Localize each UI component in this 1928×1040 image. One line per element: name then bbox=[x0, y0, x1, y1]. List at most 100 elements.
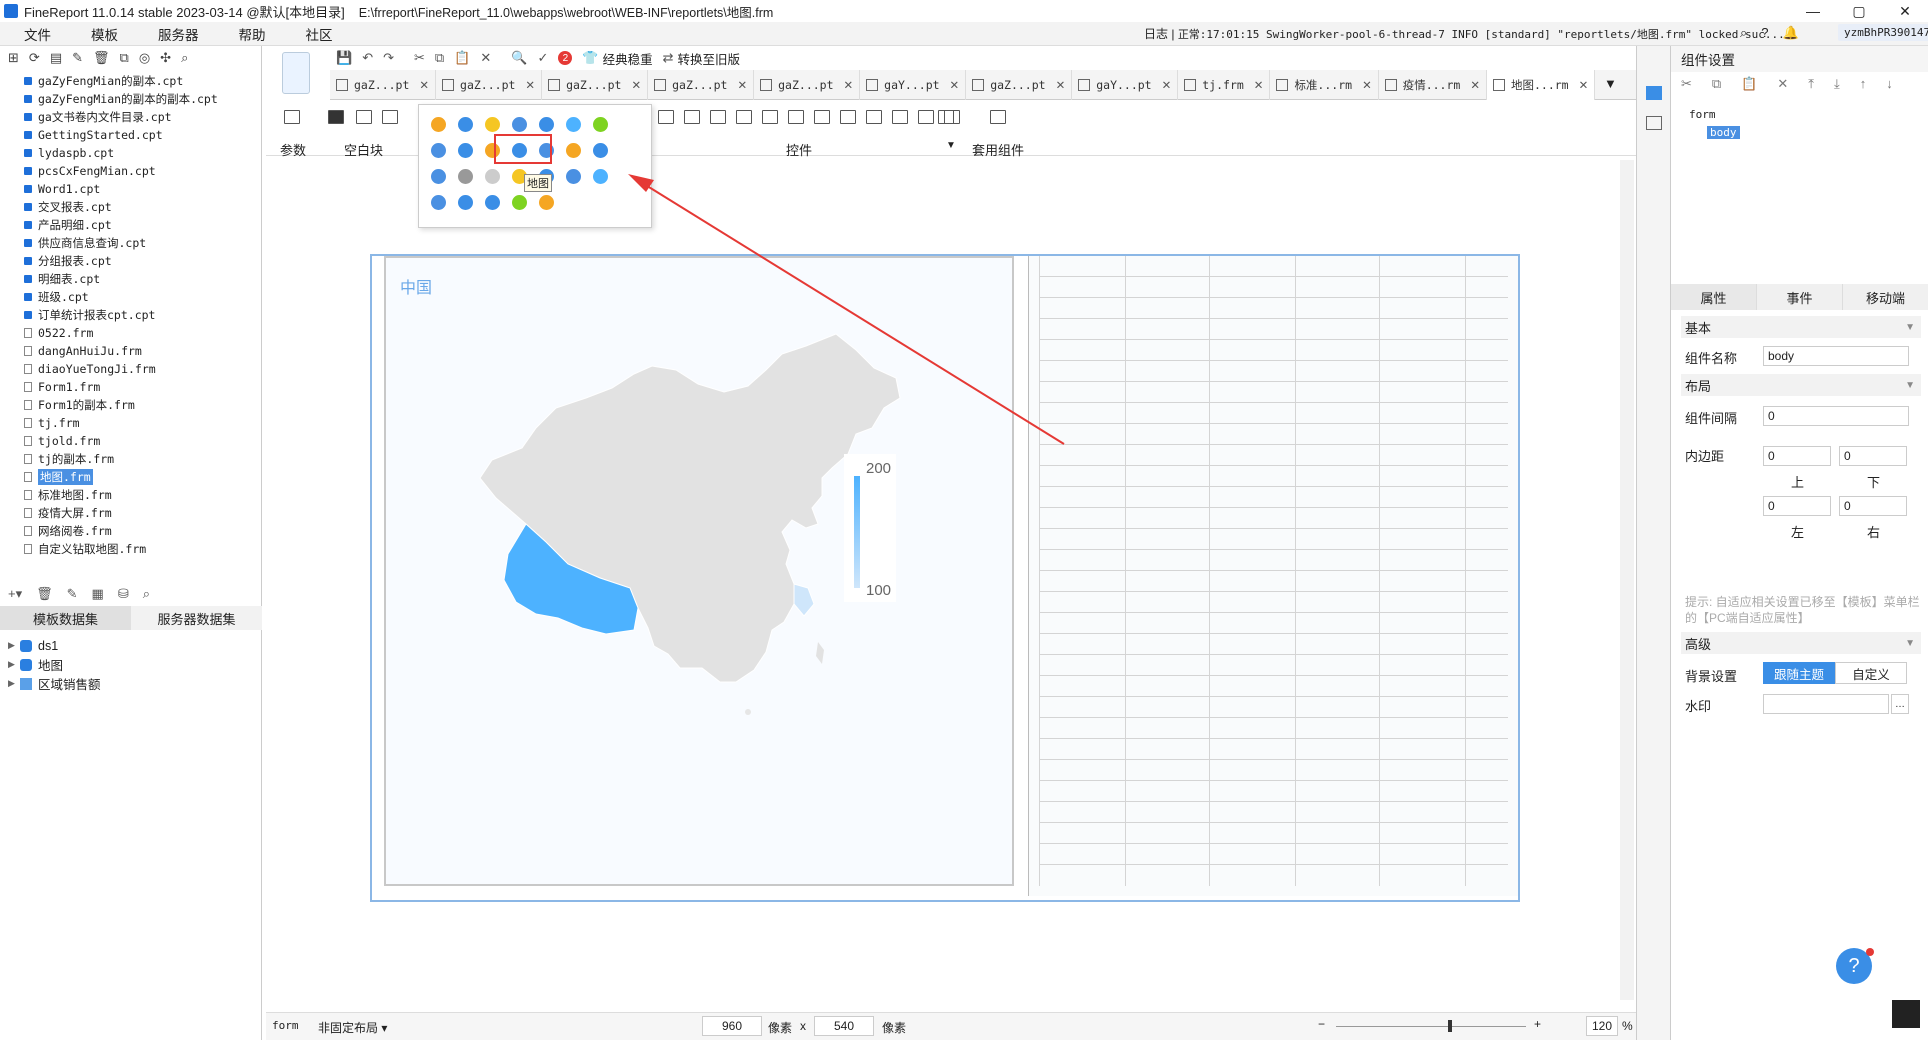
refresh-icon[interactable]: ⟳ bbox=[29, 50, 40, 66]
copy-icon[interactable]: ⧉ bbox=[1712, 76, 1721, 92]
delete-dataset-icon[interactable]: 🗑 bbox=[36, 586, 53, 602]
tab-properties[interactable]: 属性 bbox=[1671, 284, 1757, 310]
file-tab[interactable]: gaZ...pt ✕ bbox=[330, 69, 437, 100]
menu-file[interactable]: 文件 bbox=[24, 24, 51, 44]
checkbox-widget-icon[interactable] bbox=[866, 110, 882, 124]
tree-root[interactable]: form bbox=[1689, 108, 1716, 121]
preview-icon[interactable]: 🔍 bbox=[511, 50, 527, 66]
section-layout[interactable]: 布局 ▼ bbox=[1681, 374, 1921, 396]
file-item[interactable]: tj.frm bbox=[0, 414, 262, 432]
layout-mode-dropdown[interactable]: 非固定布局 ▾ bbox=[318, 1019, 387, 1036]
zoom-input[interactable]: 120 bbox=[1586, 1016, 1618, 1036]
search-icon[interactable]: ⌕ bbox=[181, 50, 188, 66]
ring-chart-icon[interactable] bbox=[512, 195, 527, 210]
copy-icon[interactable]: ⧉ bbox=[120, 50, 129, 66]
tree-child[interactable]: body bbox=[1707, 126, 1740, 139]
word-cloud-chart-icon[interactable] bbox=[458, 195, 473, 210]
save-icon[interactable]: 💾 bbox=[336, 50, 352, 66]
copy-icon[interactable]: ⧉ bbox=[435, 50, 444, 66]
switch-old-button[interactable]: 转换至旧版 bbox=[678, 49, 741, 68]
button-widget-icon[interactable] bbox=[658, 110, 674, 124]
file-item[interactable]: 订单统计报表cpt.cpt bbox=[0, 306, 262, 324]
widget-label[interactable]: 控件 bbox=[786, 140, 812, 159]
file-item[interactable]: 标准地图.frm bbox=[0, 486, 262, 504]
gauge-chart-icon[interactable] bbox=[566, 117, 581, 132]
param-icon[interactable] bbox=[284, 110, 300, 124]
file-widget-icon[interactable] bbox=[918, 110, 934, 124]
file-item[interactable]: 0522.frm bbox=[0, 324, 262, 342]
expand-icon[interactable]: ▶ bbox=[8, 659, 20, 670]
file-item[interactable]: 疫情大屏.frm bbox=[0, 504, 262, 522]
list-icon[interactable]: ▤ bbox=[50, 50, 62, 66]
file-item[interactable]: 交叉报表.cpt bbox=[0, 198, 262, 216]
column-chart-icon[interactable] bbox=[485, 117, 500, 132]
close-tab-icon[interactable]: ✕ bbox=[737, 78, 747, 92]
file-item[interactable]: 供应商信息查询.cpt bbox=[0, 234, 262, 252]
range-chart-icon[interactable] bbox=[458, 169, 473, 184]
edit-dataset-icon[interactable]: ✎ bbox=[67, 586, 78, 602]
dataset-item[interactable]: ▶ ds1 bbox=[0, 636, 262, 655]
file-item[interactable]: ga文书卷内文件目录.cpt bbox=[0, 108, 262, 126]
menu-server[interactable]: 服务器 bbox=[158, 24, 199, 44]
layout-settings-icon[interactable] bbox=[1646, 116, 1662, 130]
blank-block-icon[interactable] bbox=[328, 110, 344, 124]
search-icon[interactable]: ⌕ bbox=[1740, 25, 1747, 41]
log-label[interactable]: 日志 bbox=[1144, 27, 1168, 41]
zoom-handle[interactable] bbox=[1448, 1020, 1452, 1032]
file-item[interactable]: 地图.frm bbox=[0, 468, 262, 486]
bg-follow-theme-button[interactable]: 跟随主题 bbox=[1763, 662, 1835, 684]
file-item[interactable]: 网络阅卷.frm bbox=[0, 522, 262, 540]
file-item[interactable]: 分组报表.cpt bbox=[0, 252, 262, 270]
grid-chart-icon[interactable] bbox=[566, 143, 581, 158]
param-label[interactable]: 参数 bbox=[280, 140, 306, 159]
menu-template[interactable]: 模板 bbox=[91, 24, 118, 44]
file-tab[interactable]: gaZ...pt ✕ bbox=[542, 69, 649, 100]
bar-chart-icon[interactable] bbox=[458, 117, 473, 132]
tab-events[interactable]: 事件 bbox=[1757, 284, 1843, 310]
file-tab[interactable]: 疫情...rm ✕ bbox=[1379, 69, 1487, 100]
funnel-chart-icon[interactable] bbox=[593, 143, 608, 158]
zoom-slider[interactable] bbox=[1336, 1026, 1526, 1027]
form-panel-button[interactable] bbox=[282, 52, 310, 94]
close-tab-icon[interactable]: ✕ bbox=[525, 78, 535, 92]
maximize-icon[interactable]: ▢ bbox=[1836, 0, 1882, 22]
file-tab[interactable]: gaZ...pt ✕ bbox=[436, 69, 543, 100]
file-item[interactable]: 班级.cpt bbox=[0, 288, 262, 306]
redo-icon[interactable]: ↷ bbox=[383, 50, 394, 66]
move-bottom-icon[interactable]: ⤓ bbox=[1834, 76, 1840, 92]
file-tab[interactable]: gaZ...pt ✕ bbox=[754, 69, 861, 100]
tab-template-dataset[interactable]: 模板数据集 bbox=[0, 606, 131, 630]
chevron-down-icon[interactable]: ▼ bbox=[1905, 638, 1915, 649]
notification-icon[interactable]: 🔔 bbox=[1783, 25, 1799, 41]
donut-chart-icon[interactable] bbox=[485, 195, 500, 210]
combo-widget-icon[interactable] bbox=[762, 110, 778, 124]
close-tab-icon[interactable]: ✕ bbox=[1470, 78, 1480, 92]
update-badge[interactable]: 2 bbox=[558, 51, 573, 65]
file-item[interactable]: GettingStarted.cpt bbox=[0, 126, 262, 144]
taskbar-icon[interactable] bbox=[1892, 1000, 1920, 1028]
classic-theme-button[interactable]: 经典稳重 bbox=[603, 49, 653, 68]
combo-chart-icon[interactable] bbox=[458, 143, 473, 158]
file-tab[interactable]: gaY...pt ✕ bbox=[860, 69, 967, 100]
move-top-icon[interactable]: ⤒ bbox=[1808, 76, 1814, 92]
close-tab-icon[interactable]: ✕ bbox=[631, 78, 641, 92]
layout-icon[interactable] bbox=[356, 110, 372, 124]
paste-icon[interactable]: 📋 bbox=[454, 50, 470, 66]
dot-chart-icon[interactable] bbox=[485, 169, 500, 184]
apply-component-label[interactable]: 套用组件 bbox=[972, 140, 1024, 159]
file-item[interactable]: gaZyFengMian的副本的副本.cpt bbox=[0, 90, 262, 108]
close-tab-icon[interactable]: ✕ bbox=[1254, 78, 1264, 92]
add-dataset-icon[interactable]: +▾ bbox=[8, 586, 22, 602]
file-item[interactable]: dangAnHuiJu.frm bbox=[0, 342, 262, 360]
locate-icon[interactable]: ◎ bbox=[139, 50, 150, 66]
stacked-chart-icon[interactable] bbox=[431, 169, 446, 184]
edit-icon[interactable]: ✎ bbox=[72, 50, 83, 66]
paste-icon[interactable]: 📋 bbox=[1741, 76, 1757, 92]
zoom-out-icon[interactable]: − bbox=[1318, 1017, 1325, 1031]
file-item[interactable]: Form1的副本.frm bbox=[0, 396, 262, 414]
file-item[interactable]: 产品明细.cpt bbox=[0, 216, 262, 234]
close-tab-icon[interactable]: ✕ bbox=[844, 78, 854, 92]
file-item[interactable]: tj的副本.frm bbox=[0, 450, 262, 468]
radar-chart-icon[interactable] bbox=[593, 117, 608, 132]
file-tab[interactable]: 地图...rm ✕ bbox=[1486, 69, 1596, 100]
